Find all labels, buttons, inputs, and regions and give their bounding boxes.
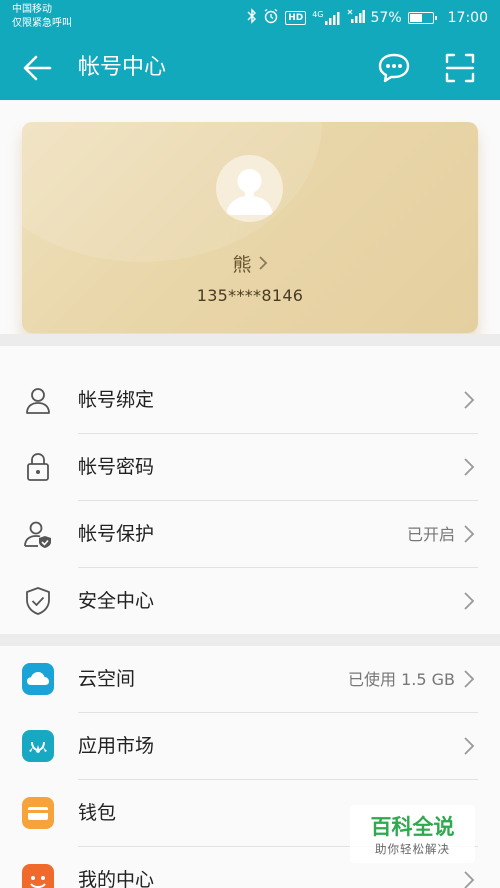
lock-icon xyxy=(22,451,54,483)
row-label: 安全中心 xyxy=(78,590,155,612)
chevron-right-icon xyxy=(462,869,476,888)
battery-percent: 57% xyxy=(370,10,402,26)
user-name-row[interactable]: 熊 xyxy=(22,250,478,277)
cloud-icon xyxy=(22,663,54,695)
row-security-center[interactable]: 安全中心 xyxy=(0,568,500,635)
row-label: 我的中心 xyxy=(78,869,155,888)
chat-icon[interactable] xyxy=(376,50,412,86)
app-bar: 帐号中心 xyxy=(0,36,500,100)
row-app-market[interactable]: 应用市场 xyxy=(0,713,500,780)
row-label: 帐号保护 xyxy=(78,523,155,545)
hd-icon: HD xyxy=(285,11,307,25)
back-arrow-icon[interactable] xyxy=(20,50,56,86)
section-gap xyxy=(0,334,500,346)
status-bar: 中国移动 仅限紧急呼叫 HD 4G 57% 17:00 xyxy=(0,0,500,36)
carrier-info: 中国移动 仅限紧急呼叫 xyxy=(12,3,72,31)
signal-no-sim-icon xyxy=(347,9,365,27)
wallet-icon xyxy=(22,797,54,829)
scan-icon[interactable] xyxy=(442,50,478,86)
chevron-right-icon xyxy=(462,735,476,757)
huawei-appgallery-icon xyxy=(22,730,54,762)
row-cloud-space[interactable]: 云空间 已使用 1.5 GB xyxy=(0,646,500,713)
section-gap xyxy=(0,634,500,646)
chevron-right-icon xyxy=(462,590,476,612)
emergency-only-text: 仅限紧急呼叫 xyxy=(12,18,72,29)
chevron-right-icon xyxy=(462,456,476,478)
row-label: 云空间 xyxy=(78,668,136,690)
profile-card[interactable]: 熊 135****8146 xyxy=(22,122,478,333)
chevron-right-icon xyxy=(258,254,268,276)
security-section: 帐号绑定 帐号密码 帐号保护 已开启 安全中心 xyxy=(0,346,500,634)
protection-status: 已开启 xyxy=(406,525,455,544)
watermark: 百科全说 助你轻松解决 xyxy=(350,805,475,863)
row-label: 帐号密码 xyxy=(78,456,155,478)
person-icon xyxy=(22,384,54,416)
battery-icon xyxy=(407,12,437,24)
chevron-right-icon xyxy=(462,523,476,545)
avatar[interactable] xyxy=(216,155,283,222)
row-label: 应用市场 xyxy=(78,735,155,757)
network-type: 4G xyxy=(312,10,324,19)
bluetooth-icon xyxy=(247,8,257,28)
carrier-name: 中国移动 xyxy=(12,4,52,15)
alarm-icon xyxy=(263,8,279,28)
row-label: 帐号绑定 xyxy=(78,389,155,411)
chevron-right-icon xyxy=(462,668,476,690)
chevron-right-icon xyxy=(462,389,476,411)
my-center-icon xyxy=(22,864,54,888)
clock-time: 17:00 xyxy=(447,10,488,26)
row-account-password[interactable]: 帐号密码 xyxy=(0,434,500,501)
shield-check-icon xyxy=(22,585,54,617)
row-account-binding[interactable]: 帐号绑定 xyxy=(0,367,500,434)
row-account-protection[interactable]: 帐号保护 已开启 xyxy=(0,501,500,568)
cloud-usage: 已使用 1.5 GB xyxy=(348,670,455,689)
page-title: 帐号中心 xyxy=(78,55,167,80)
person-shield-icon xyxy=(22,518,54,550)
user-name: 熊 xyxy=(232,254,252,276)
signal-4g-icon: 4G xyxy=(312,11,340,25)
watermark-title: 百科全说 xyxy=(370,815,455,839)
user-phone: 135****8146 xyxy=(196,286,304,305)
watermark-subtitle: 助你轻松解决 xyxy=(375,842,450,856)
row-label: 钱包 xyxy=(78,802,117,824)
status-icons: HD 4G 57% 17:00 xyxy=(247,8,488,28)
